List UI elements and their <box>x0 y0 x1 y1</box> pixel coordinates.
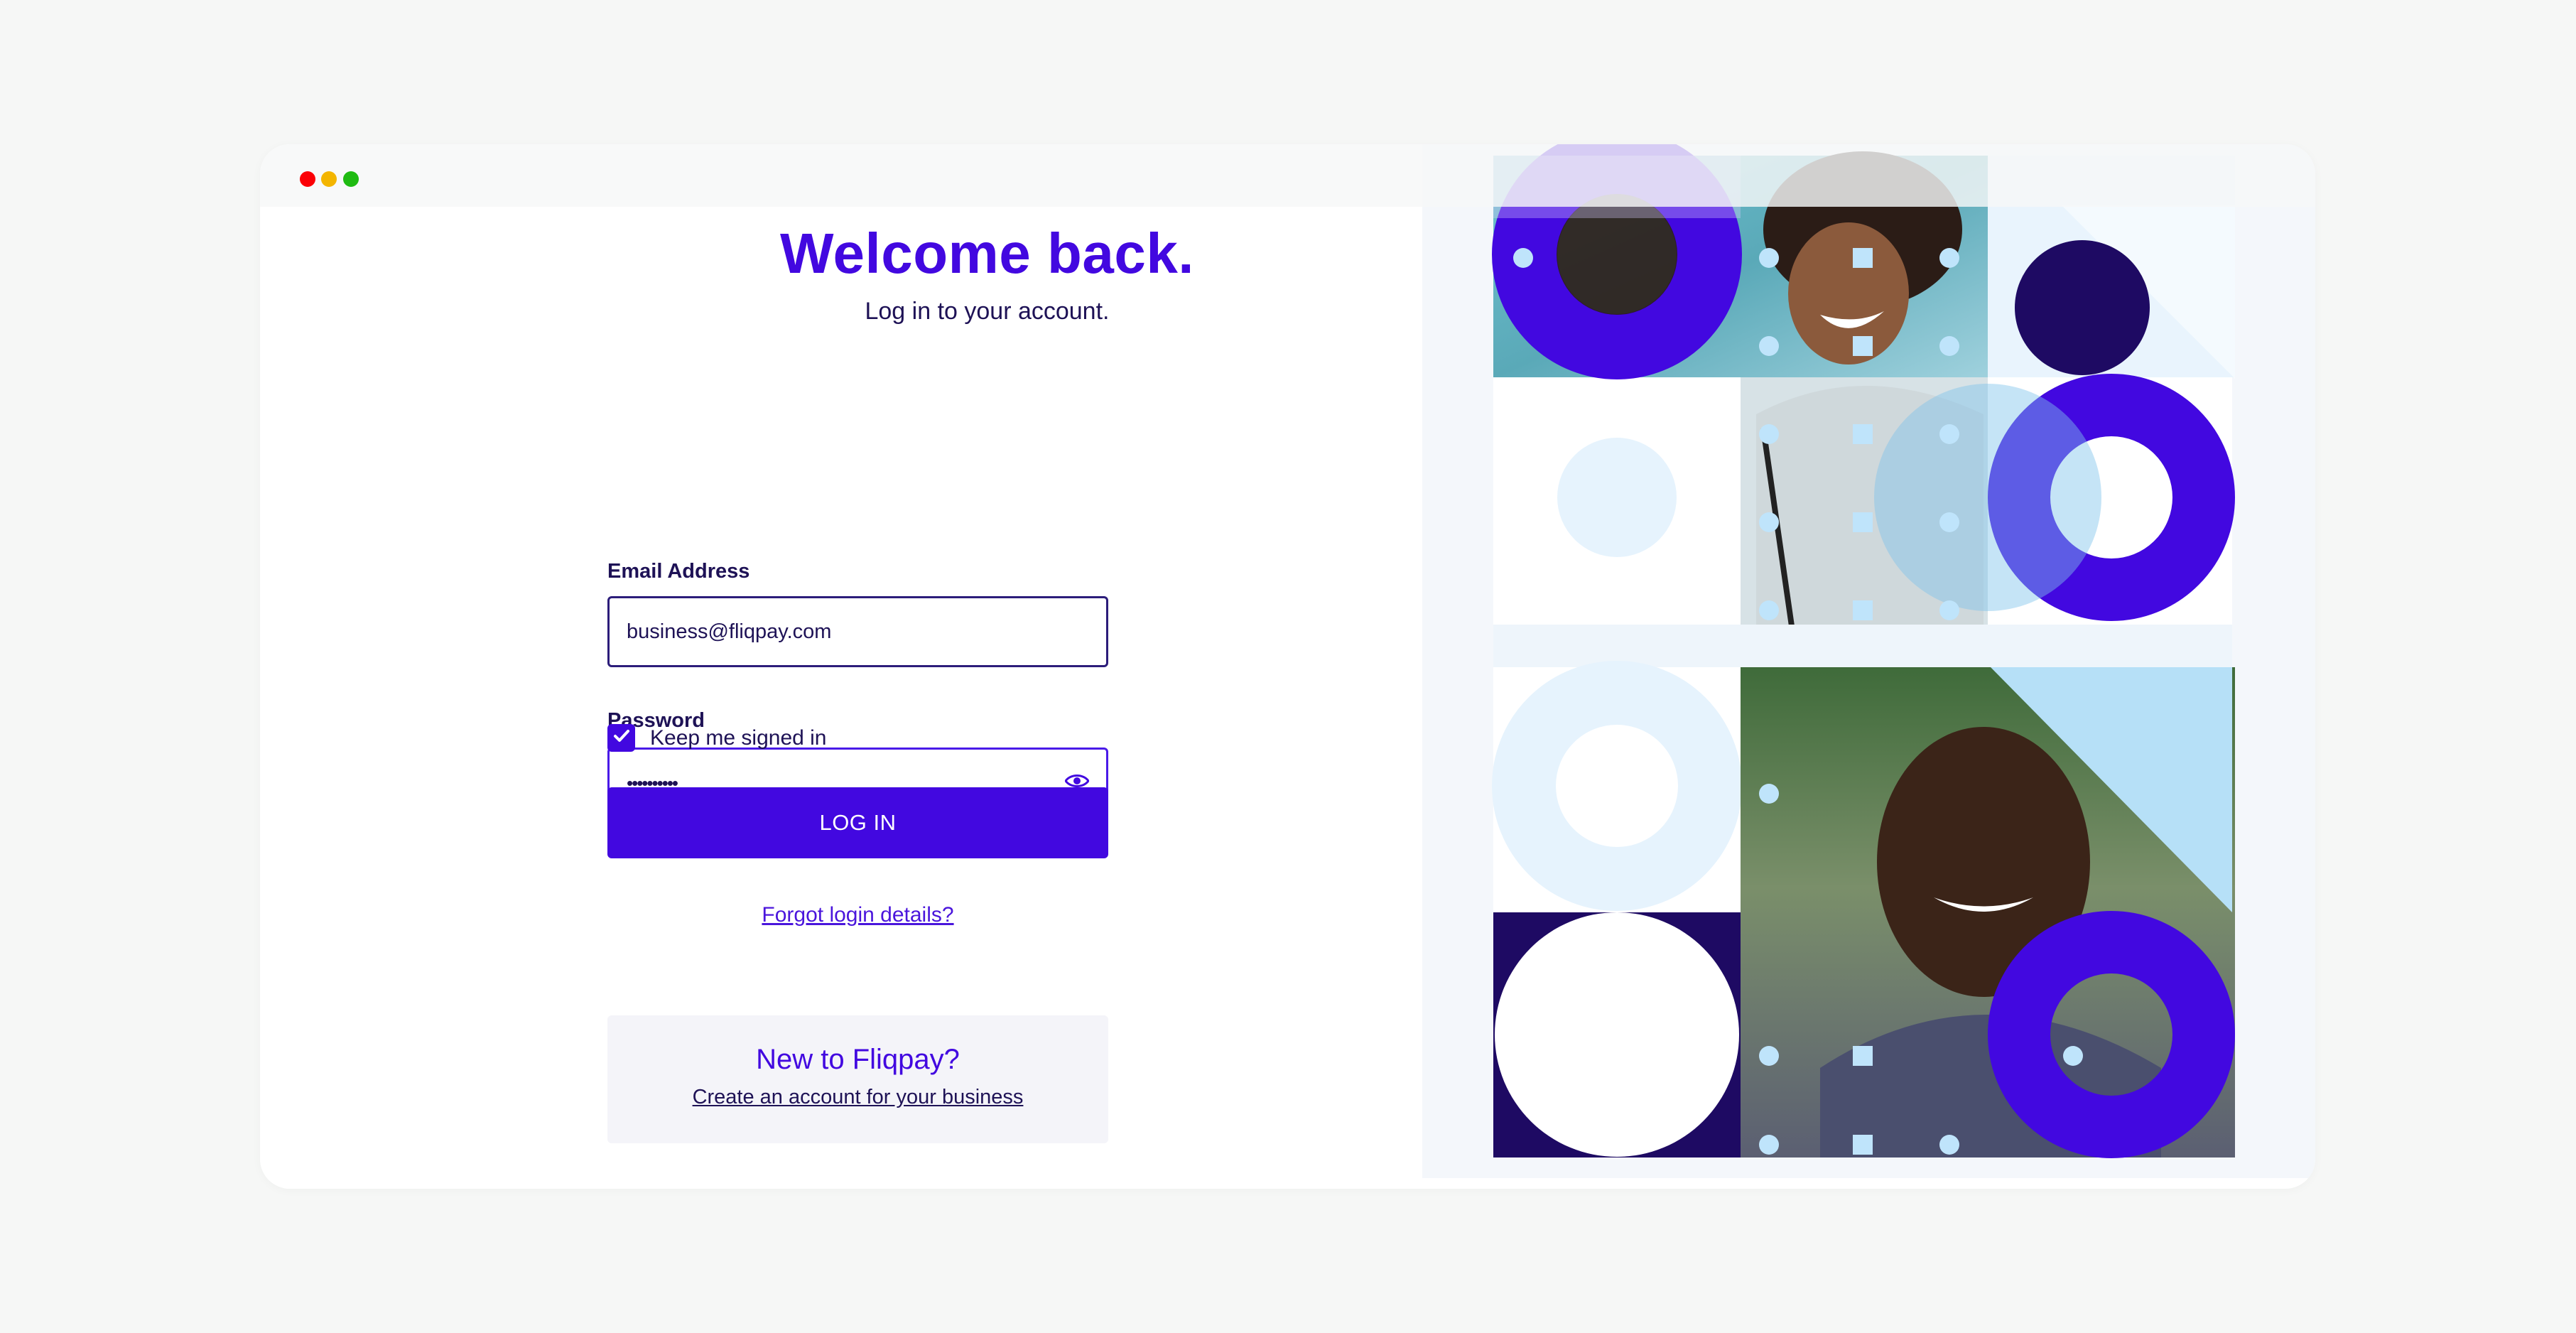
keep-signed-in-label: Keep me signed in <box>650 725 827 750</box>
signup-question: New to Fliqpay? <box>756 1044 960 1075</box>
email-field[interactable]: business@fliqpay.com <box>607 596 1108 667</box>
hero-art-panel <box>1422 144 2315 1178</box>
keep-signed-in-checkbox[interactable] <box>607 724 635 752</box>
browser-window: Welcome back. Log in to your account. Em… <box>260 144 2315 1189</box>
zoom-window-button[interactable] <box>343 171 359 187</box>
login-button[interactable]: LOG IN <box>607 787 1108 858</box>
hero-illustration <box>1492 144 2235 1158</box>
email-value: business@fliqpay.com <box>627 620 832 643</box>
forgot-login-link[interactable]: Forgot login details? <box>607 903 1108 927</box>
keep-signed-in-row[interactable]: Keep me signed in <box>607 724 827 752</box>
checkmark-icon <box>613 729 630 747</box>
minimize-window-button[interactable] <box>321 171 337 187</box>
signup-card: New to Fliqpay? Create an account for yo… <box>607 1015 1108 1143</box>
window-titlebar <box>260 144 2315 207</box>
email-label: Email Address <box>607 560 750 583</box>
create-account-link[interactable]: Create an account for your business <box>607 1086 1108 1109</box>
close-window-button[interactable] <box>300 171 315 187</box>
